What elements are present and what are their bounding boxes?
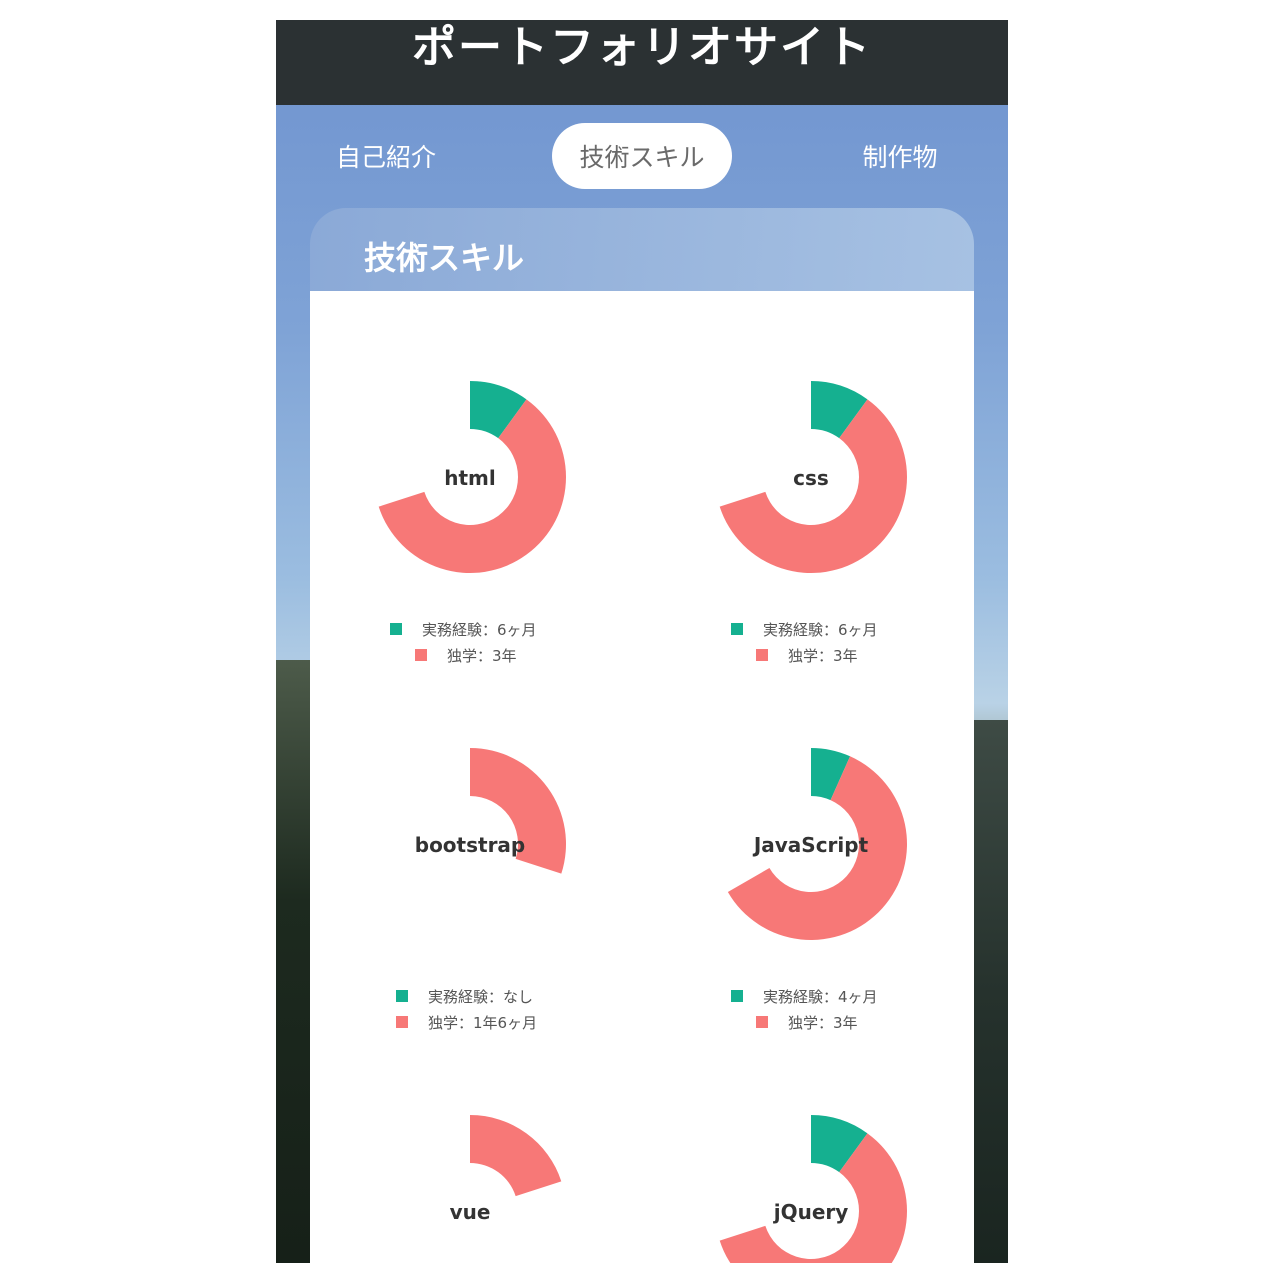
legend-label-selfstudy: 独学：1年6ヶ月 [428, 1013, 538, 1032]
skills-panel-body: html css bootstrap JavaScript vue jQuery 実務経験… [310, 291, 974, 1263]
legend-label-selfstudy: 独学：3年 [447, 646, 517, 665]
legend-label-practical: 実務経験：4ヶ月 [763, 987, 878, 1006]
legend-css: 実務経験：6ヶ月 独学：3年 [731, 616, 878, 668]
tab-about[interactable]: 自己紹介 [316, 123, 456, 189]
legend-swatch-selfstudy [756, 649, 768, 661]
legend-bootstrap: 実務経験：なし 独学：1年6ヶ月 [396, 983, 537, 1035]
legend-label-practical: 実務経験：なし [428, 987, 534, 1006]
skill-charts: html css bootstrap JavaScript vue jQuery [378, 381, 908, 1263]
tab-works[interactable]: 制作物 [836, 123, 964, 189]
donut-label: html [444, 466, 496, 490]
legend-swatch-practical [396, 990, 408, 1002]
site-header: ポートフォリオサイト [276, 20, 1008, 105]
background-landscape-right [968, 720, 1008, 1263]
legend-swatch-practical [390, 623, 402, 635]
legend-swatch-selfstudy [415, 649, 427, 661]
legend-label-selfstudy: 独学：3年 [788, 646, 858, 665]
donut-label: vue [450, 1200, 491, 1224]
donut-label: bootstrap [415, 833, 526, 857]
site-title: ポートフォリオサイト [412, 22, 872, 73]
legend-swatch-selfstudy [396, 1016, 408, 1028]
donut-label: JavaScript [752, 833, 869, 857]
legend-label-practical: 実務経験：6ヶ月 [422, 620, 537, 639]
section-title: 技術スキル [364, 239, 525, 277]
legend-label-practical: 実務経験：6ヶ月 [763, 620, 878, 639]
skills-panel-header: 技術スキル [310, 208, 974, 291]
skills-panel: 技術スキル html css bootstrap JavaScript vue jQuer… [310, 208, 974, 1263]
legend-label-selfstudy: 独学：3年 [788, 1013, 858, 1032]
donut-label: css [793, 466, 829, 490]
donut-label: jQuery [773, 1200, 849, 1224]
legend-swatch-practical [731, 623, 743, 635]
legend-swatch-selfstudy [756, 1016, 768, 1028]
donut-segment-selfstudy [470, 1115, 562, 1197]
app-screen: ポートフォリオサイト 自己紹介 技術スキル 制作物 技術スキル html css b… [276, 20, 1008, 1263]
legend-html: 実務経験：6ヶ月 独学：3年 [390, 616, 537, 668]
tab-skills[interactable]: 技術スキル [552, 123, 732, 189]
legend-swatch-practical [731, 990, 743, 1002]
legend-javascript: 実務経験：4ヶ月 独学：3年 [731, 983, 878, 1035]
nav-tabs: 自己紹介 技術スキル 制作物 [276, 123, 1008, 189]
